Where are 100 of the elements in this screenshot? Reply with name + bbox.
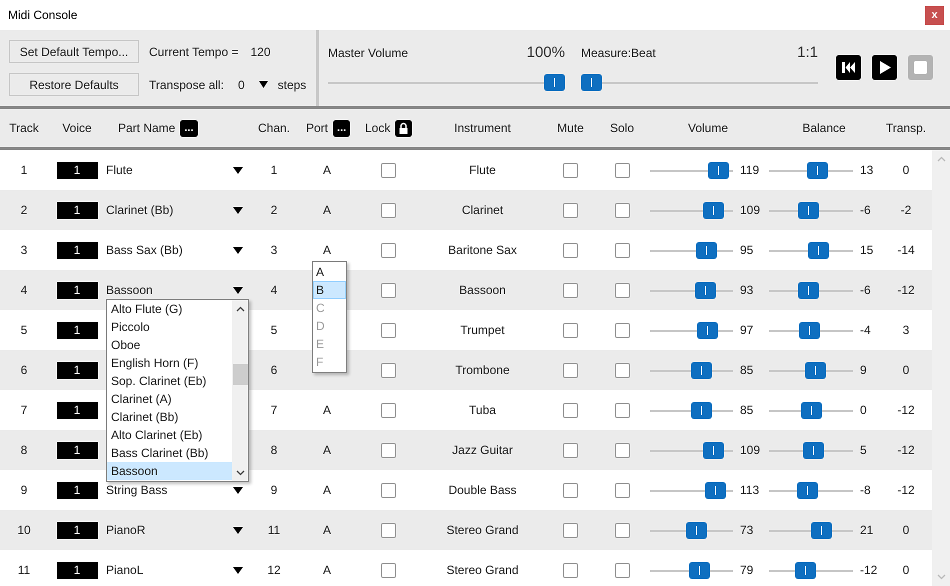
- checkbox[interactable]: [614, 322, 630, 338]
- list-option[interactable]: English Horn (F): [107, 354, 232, 372]
- slider[interactable]: [650, 522, 733, 538]
- checkbox[interactable]: [380, 402, 396, 418]
- checkbox[interactable]: [563, 322, 578, 338]
- list-option[interactable]: Alto Flute (G): [107, 300, 232, 318]
- more-button[interactable]: ...: [333, 120, 350, 136]
- slider-thumb[interactable]: [805, 362, 826, 378]
- checkbox[interactable]: [614, 482, 630, 498]
- port-value[interactable]: A: [322, 563, 331, 577]
- lock-icon[interactable]: [395, 120, 412, 136]
- list-option[interactable]: Clarinet (A): [107, 390, 232, 408]
- slider[interactable]: [769, 442, 853, 458]
- checkbox[interactable]: [563, 522, 578, 538]
- slider-thumb[interactable]: [695, 282, 716, 298]
- slider[interactable]: [769, 282, 853, 298]
- dropdown-arrow-icon[interactable]: [233, 206, 243, 214]
- slider[interactable]: [769, 162, 853, 178]
- voice-field[interactable]: 1: [56, 442, 98, 458]
- rewind-icon[interactable]: [836, 55, 861, 80]
- close-button[interactable]: x: [925, 6, 944, 24]
- slider-thumb[interactable]: [811, 522, 832, 538]
- port-value[interactable]: A: [322, 243, 331, 257]
- slider-thumb[interactable]: [581, 74, 602, 91]
- port-value[interactable]: A: [322, 443, 331, 457]
- slider[interactable]: [769, 482, 853, 498]
- checkbox[interactable]: [614, 522, 630, 538]
- slider-thumb[interactable]: [697, 322, 718, 338]
- slider[interactable]: [769, 242, 853, 258]
- restore-button[interactable]: Restore Defaults: [9, 73, 139, 96]
- slider[interactable]: [650, 322, 733, 338]
- slider-thumb[interactable]: [796, 482, 818, 498]
- checkbox[interactable]: [380, 242, 396, 258]
- checkbox[interactable]: [563, 442, 578, 458]
- part-name[interactable]: Bass Sax (Bb): [106, 243, 183, 257]
- slider[interactable]: [328, 74, 565, 91]
- checkbox[interactable]: [563, 402, 578, 418]
- list-option[interactable]: Bassoon: [107, 462, 232, 480]
- slider[interactable]: [769, 562, 853, 578]
- slider[interactable]: [650, 562, 733, 578]
- list-option[interactable]: Clarinet (Bb): [107, 408, 232, 426]
- dropdown-arrow-icon[interactable]: [233, 486, 243, 494]
- slider-thumb[interactable]: [688, 562, 710, 578]
- voice-field[interactable]: 1: [56, 322, 98, 338]
- checkbox[interactable]: [563, 242, 578, 258]
- checkbox[interactable]: [614, 562, 630, 578]
- checkbox[interactable]: [614, 442, 630, 458]
- slider[interactable]: [650, 402, 733, 418]
- voice-field[interactable]: 1: [56, 282, 98, 298]
- checkbox[interactable]: [380, 322, 396, 338]
- list-option[interactable]: Sop. Clarinet (Eb): [107, 372, 232, 390]
- slider-thumb[interactable]: [798, 322, 820, 338]
- port-value[interactable]: A: [322, 203, 331, 217]
- checkbox[interactable]: [614, 282, 630, 298]
- slider[interactable]: [650, 482, 733, 498]
- checkbox[interactable]: [563, 562, 578, 578]
- checkbox[interactable]: [563, 362, 578, 378]
- slider-thumb[interactable]: [686, 522, 707, 538]
- slider[interactable]: [769, 322, 853, 338]
- scroll-up-icon[interactable]: [236, 306, 244, 312]
- slider-thumb[interactable]: [691, 402, 712, 418]
- slider[interactable]: [769, 402, 853, 418]
- part-name[interactable]: Bassoon: [106, 283, 153, 297]
- list-option[interactable]: Alto Clarinet (Eb): [107, 426, 232, 444]
- part-name[interactable]: Flute: [106, 163, 133, 177]
- port-value[interactable]: A: [322, 403, 331, 417]
- checkbox[interactable]: [563, 282, 578, 298]
- slider-thumb[interactable]: [708, 162, 730, 178]
- slider-thumb[interactable]: [808, 242, 830, 258]
- part-name[interactable]: String Bass: [106, 483, 168, 497]
- slider[interactable]: [769, 522, 853, 538]
- voice-field[interactable]: 1: [56, 242, 98, 258]
- checkbox[interactable]: [380, 562, 396, 578]
- slider[interactable]: [650, 362, 733, 378]
- checkbox[interactable]: [380, 162, 396, 178]
- checkbox[interactable]: [380, 362, 396, 378]
- slider-thumb[interactable]: [807, 162, 828, 178]
- slider[interactable]: [650, 162, 733, 178]
- slider-thumb[interactable]: [691, 362, 712, 378]
- voice-field[interactable]: 1: [56, 402, 98, 418]
- slider-thumb[interactable]: [800, 402, 822, 418]
- slider-thumb[interactable]: [703, 202, 724, 218]
- port-value[interactable]: A: [322, 163, 331, 177]
- checkbox[interactable]: [380, 202, 396, 218]
- slider[interactable]: [650, 202, 733, 218]
- list-option[interactable]: B: [313, 281, 346, 299]
- voice-field[interactable]: 1: [56, 362, 98, 378]
- slider[interactable]: [650, 282, 733, 298]
- more-button[interactable]: ...: [180, 120, 198, 136]
- transpose-field[interactable]: 0: [238, 78, 268, 92]
- checkbox[interactable]: [614, 402, 630, 418]
- checkbox[interactable]: [380, 482, 396, 498]
- dropdown-arrow-icon[interactable]: [258, 81, 268, 88]
- checkbox[interactable]: [614, 362, 630, 378]
- voice-field[interactable]: 1: [56, 162, 98, 178]
- checkbox[interactable]: [563, 162, 578, 178]
- port-value[interactable]: A: [322, 523, 331, 537]
- dropdown-arrow-icon[interactable]: [233, 166, 243, 174]
- checkbox[interactable]: [563, 202, 578, 218]
- checkbox[interactable]: [614, 162, 630, 178]
